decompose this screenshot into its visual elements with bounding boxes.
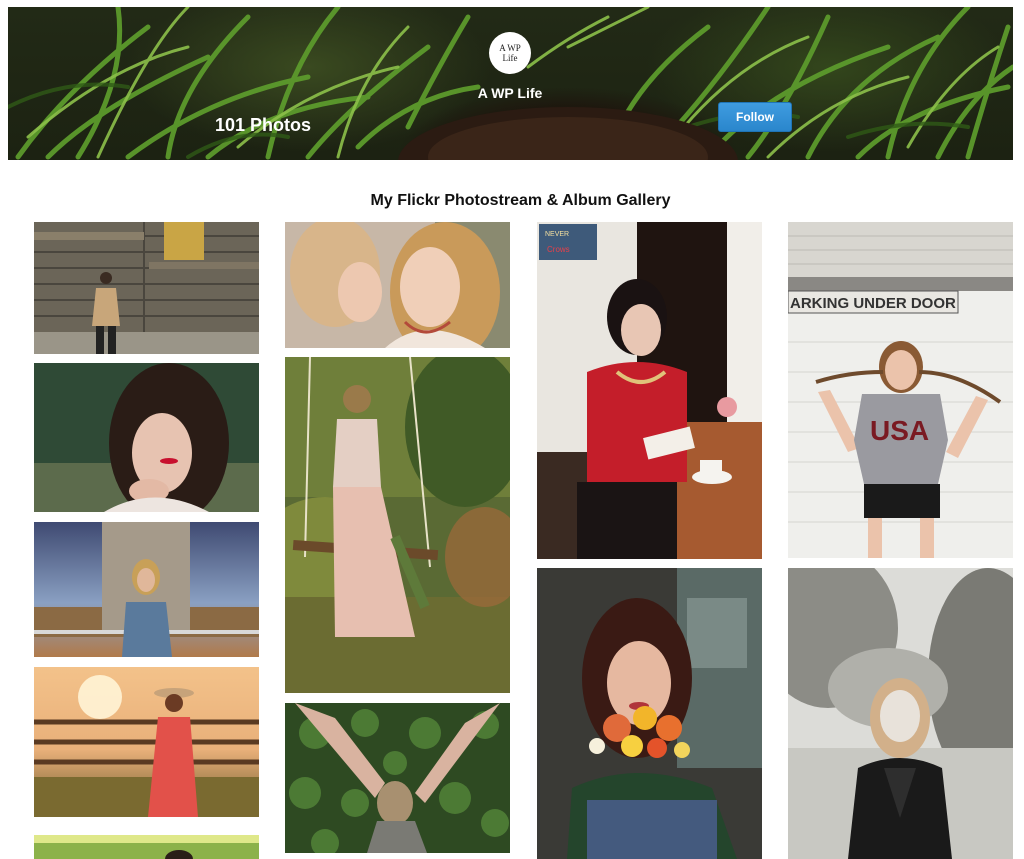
photo-woman-leather-jacket-bw[interactable] [788, 568, 1013, 859]
photo-woman-usa-shirt[interactable]: ARKING UNDER DOOR USA [788, 222, 1013, 558]
account-avatar[interactable]: A WP Life [489, 32, 531, 74]
sign-parking-under-door: ARKING UNDER DOOR [790, 295, 956, 312]
cover-photo-grass [8, 7, 1013, 160]
photo-woman-wooden-wall[interactable] [34, 222, 259, 354]
cover-banner: A WP Life A WP Life 101 Photos Follow [8, 7, 1013, 160]
photo-woman-ivy-arms-up[interactable] [285, 703, 510, 853]
poster-text-crows: Crows [547, 245, 570, 254]
photo-count: 101 Photos [215, 115, 312, 135]
avatar-text-line1: A WP [499, 43, 521, 53]
photo-woman-red-lips[interactable] [34, 363, 259, 512]
photo-woman-denim-jacket[interactable] [34, 522, 259, 657]
poster-text-never: NEVER [545, 231, 569, 238]
follow-button[interactable]: Follow [718, 102, 792, 132]
photo-green-field[interactable] [34, 835, 259, 859]
photo-woman-red-shirt-cafe[interactable]: NEVER Crows [537, 222, 762, 559]
shirt-text-usa: USA [870, 415, 929, 446]
photo-woman-flowers[interactable] [537, 568, 762, 859]
avatar-text-line2: Life [502, 53, 518, 63]
photo-two-women-whisper[interactable] [285, 222, 510, 348]
photo-woman-red-dress-sunset[interactable] [34, 667, 259, 817]
gallery-title: My Flickr Photostream & Album Gallery [370, 192, 671, 209]
photo-woman-swing[interactable] [285, 357, 510, 693]
account-name[interactable]: A WP Life [450, 85, 570, 101]
